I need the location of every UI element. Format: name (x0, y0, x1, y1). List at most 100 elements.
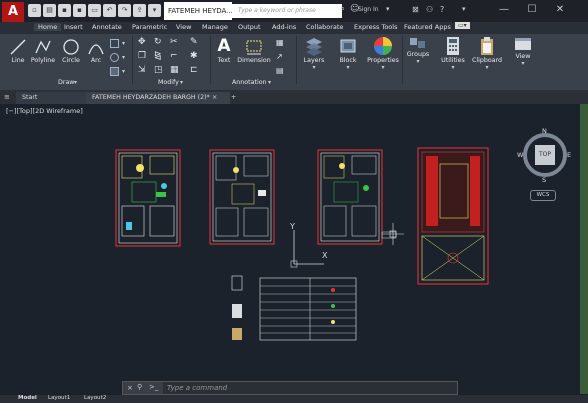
erase-icon[interactable]: ✎ (190, 37, 198, 47)
maximize-icon[interactable]: ☐ (518, 2, 546, 18)
hatch-icon[interactable] (110, 67, 119, 76)
document-tab-label: FATEMEH HEYDARZADEH BARGH (2)* (92, 94, 210, 101)
viewcube-top-face[interactable]: TOP (535, 145, 555, 165)
circle-button[interactable]: Circle (60, 38, 82, 64)
compass-west[interactable]: W (517, 151, 523, 159)
fillet-icon[interactable]: ⌐ (170, 51, 178, 61)
tab-add-ins[interactable]: Add-ins (272, 23, 296, 31)
clipboard-button[interactable]: Clipboard ▾ (470, 36, 504, 71)
draw-panel-expand-icon[interactable]: ▾ (74, 79, 77, 86)
move-icon[interactable]: ✥ (138, 37, 146, 47)
tab-menu-icon[interactable]: ≡ (4, 93, 10, 101)
tab-view[interactable]: View (176, 23, 191, 31)
array-icon[interactable]: ▦ (170, 65, 179, 75)
compass-south[interactable]: S (542, 176, 546, 184)
search-input[interactable]: Type a keyword or phrase (232, 4, 342, 18)
ellipse-icon[interactable] (110, 53, 119, 62)
command-line-close-icon[interactable]: × (127, 384, 133, 392)
tab-home[interactable]: Home (34, 23, 62, 31)
rectangle-dropdown-icon[interactable]: ▾ (122, 40, 125, 47)
rectangle-icon[interactable] (110, 39, 119, 48)
stretch-icon[interactable]: ⇲ (138, 65, 146, 75)
help-dropdown-icon[interactable]: ▾ (462, 5, 466, 13)
line-button[interactable]: Line (8, 38, 28, 64)
close-icon[interactable]: ✕ (546, 2, 574, 18)
ellipse-dropdown-icon[interactable]: ▾ (122, 54, 125, 61)
layers-button[interactable]: Layers ▾ (300, 36, 328, 71)
compass-north[interactable]: N (542, 127, 547, 135)
tab-start[interactable]: Start (16, 92, 86, 104)
modify-panel-expand-icon[interactable]: ▾ (180, 79, 183, 86)
autodesk-a360-icon[interactable]: ⚇ (426, 5, 433, 14)
mirror-icon[interactable]: ⧎ (154, 51, 162, 61)
offset-icon[interactable]: ⊏ (190, 65, 198, 75)
wcs-menu[interactable]: WCS (530, 190, 556, 201)
trim-icon[interactable]: ✂ (170, 37, 178, 47)
help-icon[interactable]: ? (440, 5, 444, 14)
modify-panel-label[interactable]: Modify (158, 79, 179, 86)
arc-button[interactable]: Arc (86, 38, 106, 64)
polyline-button[interactable]: Polyline (30, 38, 56, 64)
annotation-panel-label[interactable]: Annotation (232, 79, 267, 86)
tab-express-tools[interactable]: Express Tools (354, 23, 397, 31)
undo-icon[interactable]: ↶ (103, 4, 116, 17)
text-button[interactable]: A Text (214, 36, 234, 64)
ucs-icon (290, 230, 324, 268)
copy-icon[interactable]: ❐ (138, 51, 146, 61)
binoculars-icon[interactable]: ⌕ (340, 4, 345, 14)
tab-manage[interactable]: Manage (202, 23, 228, 31)
tab-collaborate[interactable]: Collaborate (306, 23, 343, 31)
command-line: × ⚲ >_ Type a command (122, 381, 458, 395)
annotation-tools-icon[interactable]: ▤ (276, 66, 284, 75)
rotate-icon[interactable]: ↻ (154, 37, 162, 47)
groups-button[interactable]: Groups ▾ (404, 36, 432, 65)
scale-icon[interactable]: ◳ (154, 65, 163, 75)
print-icon[interactable]: ▭ (88, 4, 101, 17)
sign-in-button[interactable]: Sign In (358, 6, 379, 13)
view-icon (515, 38, 531, 50)
utilities-button[interactable]: Utilities ▾ (438, 36, 468, 71)
dropdown-icon[interactable]: ▾ (148, 4, 161, 17)
drawing-viewport[interactable]: [−][Top][2D Wireframe] Y X TOP N S E W W… (0, 104, 580, 394)
tab-featured-apps[interactable]: Featured Apps (404, 23, 451, 31)
model-tab[interactable]: Model (18, 395, 37, 401)
leader-icon[interactable]: ↗ (276, 52, 283, 61)
close-tab-icon[interactable]: × (212, 92, 217, 104)
properties-button[interactable]: Properties ▾ (366, 36, 400, 71)
customize-icon[interactable]: ⚲ (137, 383, 142, 391)
save-as-icon[interactable]: ▪ (73, 4, 86, 17)
tab-output[interactable]: Output (238, 23, 261, 31)
share-icon[interactable]: ⇪ (133, 4, 146, 17)
layout1-tab[interactable]: Layout1 (48, 395, 70, 401)
dimension-button[interactable]: Dimension (236, 36, 272, 64)
chevron-down-icon[interactable]: ▾ (386, 5, 390, 13)
open-folder-icon[interactable]: ▤ (43, 4, 56, 17)
draw-panel-label[interactable]: Draw (58, 79, 74, 86)
desktop-background-edge (580, 104, 588, 394)
hatch-dropdown-icon[interactable]: ▾ (122, 68, 125, 75)
save-icon[interactable]: ▪ (58, 4, 71, 17)
tab-document[interactable]: FATEMEH HEYDARZADEH BARGH (2)* × (86, 92, 230, 104)
dimension-icon (246, 40, 262, 55)
new-tab-button[interactable]: + (228, 92, 243, 104)
tab-parametric[interactable]: Parametric (132, 23, 167, 31)
tab-annotate[interactable]: Annotate (92, 23, 122, 31)
compass-east[interactable]: E (567, 151, 571, 159)
redo-icon[interactable]: ↷ (118, 4, 131, 17)
ribbon-display-toggle-icon[interactable]: ▭▾ (455, 22, 470, 29)
floor-plan-4-roof (417, 147, 489, 285)
view-button[interactable]: View ▾ (510, 36, 536, 67)
dimension-label: Dimension (237, 57, 271, 64)
command-input[interactable]: Type a command (163, 382, 457, 394)
new-file-icon[interactable]: ▫ (28, 4, 41, 17)
minimize-icon[interactable]: — (490, 2, 518, 18)
viewcube[interactable]: TOP N S E W (516, 127, 574, 186)
annotation-panel-expand-icon[interactable]: ▾ (268, 79, 271, 86)
table-icon[interactable]: ▦ (276, 38, 284, 47)
explode-icon[interactable]: ✱ (190, 51, 198, 61)
block-button[interactable]: Block ▾ (334, 36, 362, 71)
layout2-tab[interactable]: Layout2 (84, 395, 106, 401)
exchange-icon[interactable]: ⊠ (412, 5, 422, 14)
application-menu-button[interactable]: A (2, 2, 24, 22)
tab-insert[interactable]: Insert (64, 23, 83, 31)
